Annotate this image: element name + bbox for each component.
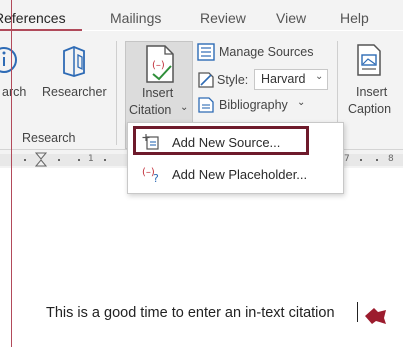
ruler-mark: 8 — [388, 154, 394, 164]
style-icon — [198, 72, 214, 88]
pointer-cursor-icon — [365, 308, 386, 324]
researcher-button-label: Researcher — [42, 85, 107, 99]
group-separator — [116, 41, 117, 145]
menu-item-add-new-placeholder[interactable]: (–) ? Add New Placeholder... — [128, 159, 343, 189]
tab-help[interactable]: Help — [340, 10, 369, 26]
research-group-label: Research — [22, 131, 76, 145]
tab-bar: References Mailings Review View Help — [0, 0, 403, 31]
ruler-mark: 7 — [344, 154, 350, 164]
add-placeholder-icon: (–) ? — [142, 167, 159, 183]
margin-guide — [11, 0, 12, 347]
ruler-tick — [104, 159, 106, 161]
insert-citation-label-2: Citation — [129, 103, 172, 117]
style-dropdown[interactable]: Harvard ⌄ — [254, 69, 328, 90]
ruler-tick — [360, 159, 362, 161]
indent-marker-icon[interactable] — [35, 152, 47, 168]
tab-references[interactable]: References — [0, 10, 66, 26]
search-info-icon — [0, 47, 17, 73]
ruler-tick — [24, 159, 26, 161]
document-text: This is a good time to enter an in-text … — [46, 305, 335, 321]
highlight-box — [133, 126, 309, 155]
style-label: Style: — [217, 73, 249, 87]
search-button-label: arch — [2, 85, 27, 99]
text-cursor — [357, 302, 358, 322]
svg-text:(–): (–) — [152, 60, 165, 71]
insert-caption-label-1: Insert — [356, 85, 388, 99]
chevron-down-icon: ⌄ — [315, 71, 324, 82]
insert-citation-label-1: Insert — [142, 86, 174, 100]
ruler-tick — [376, 159, 378, 161]
insert-citation-icon: (–) — [146, 45, 174, 83]
bibliography-icon — [198, 97, 214, 113]
style-dropdown-value: Harvard — [261, 72, 306, 86]
researcher-icon — [63, 46, 85, 77]
insert-caption-icon — [357, 44, 381, 76]
ruler-tick — [78, 159, 80, 161]
menu-item-add-new-placeholder-label: Add New Placeholder... — [172, 167, 308, 182]
insert-citation-menu: Add New Source... (–) ? Add New Placehol… — [127, 122, 344, 194]
svg-text:?: ? — [153, 172, 159, 183]
tab-view[interactable]: View — [276, 10, 306, 26]
document-page[interactable]: This is a good time to enter an in-text … — [0, 168, 403, 347]
ruler-mark: 1 — [88, 154, 94, 164]
manage-sources-icon — [197, 43, 215, 61]
manage-sources-label: Manage Sources — [219, 45, 314, 59]
tab-review[interactable]: Review — [200, 10, 246, 26]
insert-caption-label-2: Caption — [348, 102, 392, 116]
chevron-down-icon: ⌄ — [180, 102, 189, 113]
chevron-down-icon: ⌄ — [297, 97, 306, 108]
bibliography-label: Bibliography — [219, 98, 288, 112]
tab-mailings[interactable]: Mailings — [110, 10, 161, 26]
ruler-tick — [58, 159, 60, 161]
